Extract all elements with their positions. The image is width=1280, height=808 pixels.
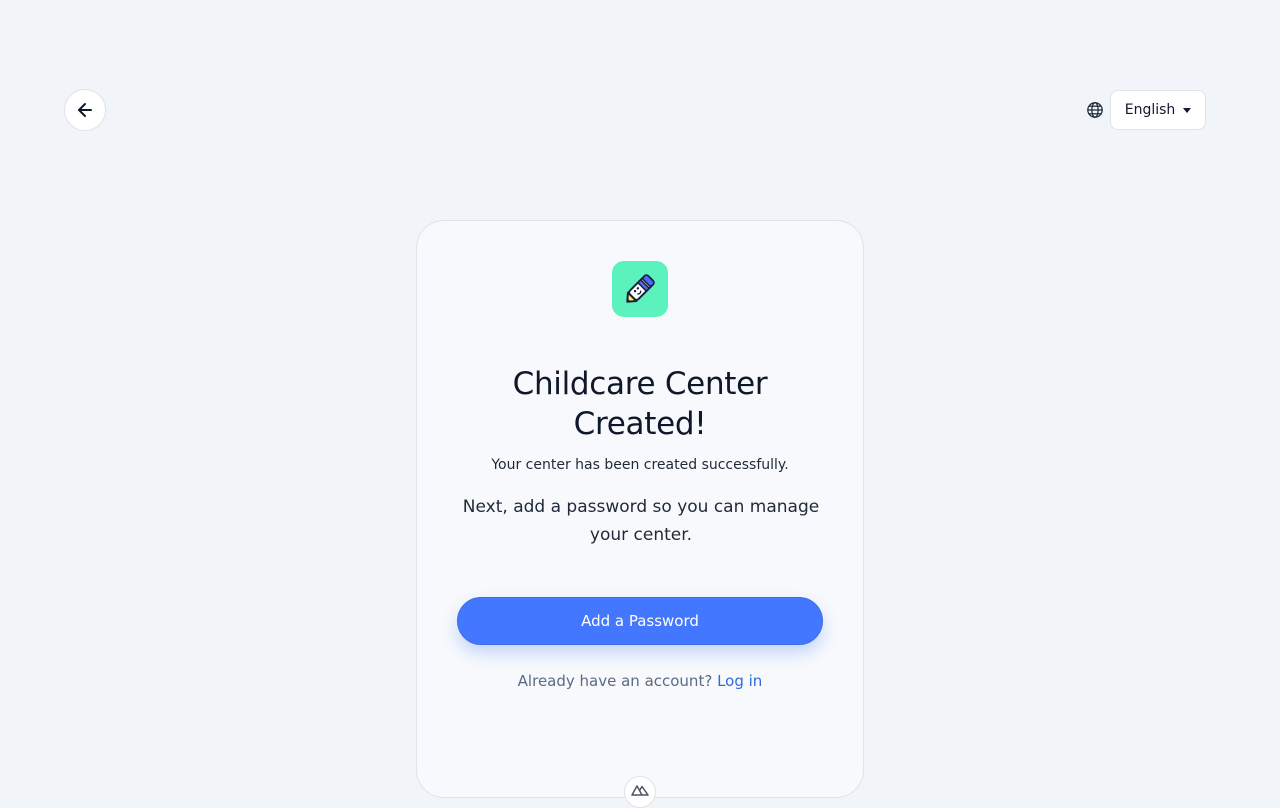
success-message: Your center has been created successfull… — [491, 457, 789, 473]
language-label: English — [1124, 102, 1176, 118]
login-prompt-row: Already have an account? Log in — [417, 671, 863, 691]
globe-icon — [1087, 102, 1103, 118]
add-password-button[interactable]: Add a Password — [457, 597, 823, 645]
language-switcher: English — [1086, 90, 1206, 130]
pencil-logo-icon — [612, 261, 668, 317]
login-prompt: Already have an account? — [517, 672, 713, 690]
caret-down-icon — [1183, 107, 1192, 113]
page-title: Childcare Center Created! — [417, 364, 863, 444]
language-select[interactable]: English — [1110, 90, 1206, 130]
login-link[interactable]: Log in — [717, 672, 762, 690]
title-line-2: Created! — [573, 406, 707, 442]
success-card: Childcare Center Created! Your center ha… — [416, 220, 864, 798]
arrow-left-icon — [78, 103, 92, 117]
title-line-1: Childcare Center — [512, 366, 768, 402]
next-step-text: Next, add a password so you can manage y… — [462, 497, 820, 545]
back-button[interactable] — [64, 89, 106, 131]
nuxt-devtools-icon[interactable] — [624, 776, 656, 808]
